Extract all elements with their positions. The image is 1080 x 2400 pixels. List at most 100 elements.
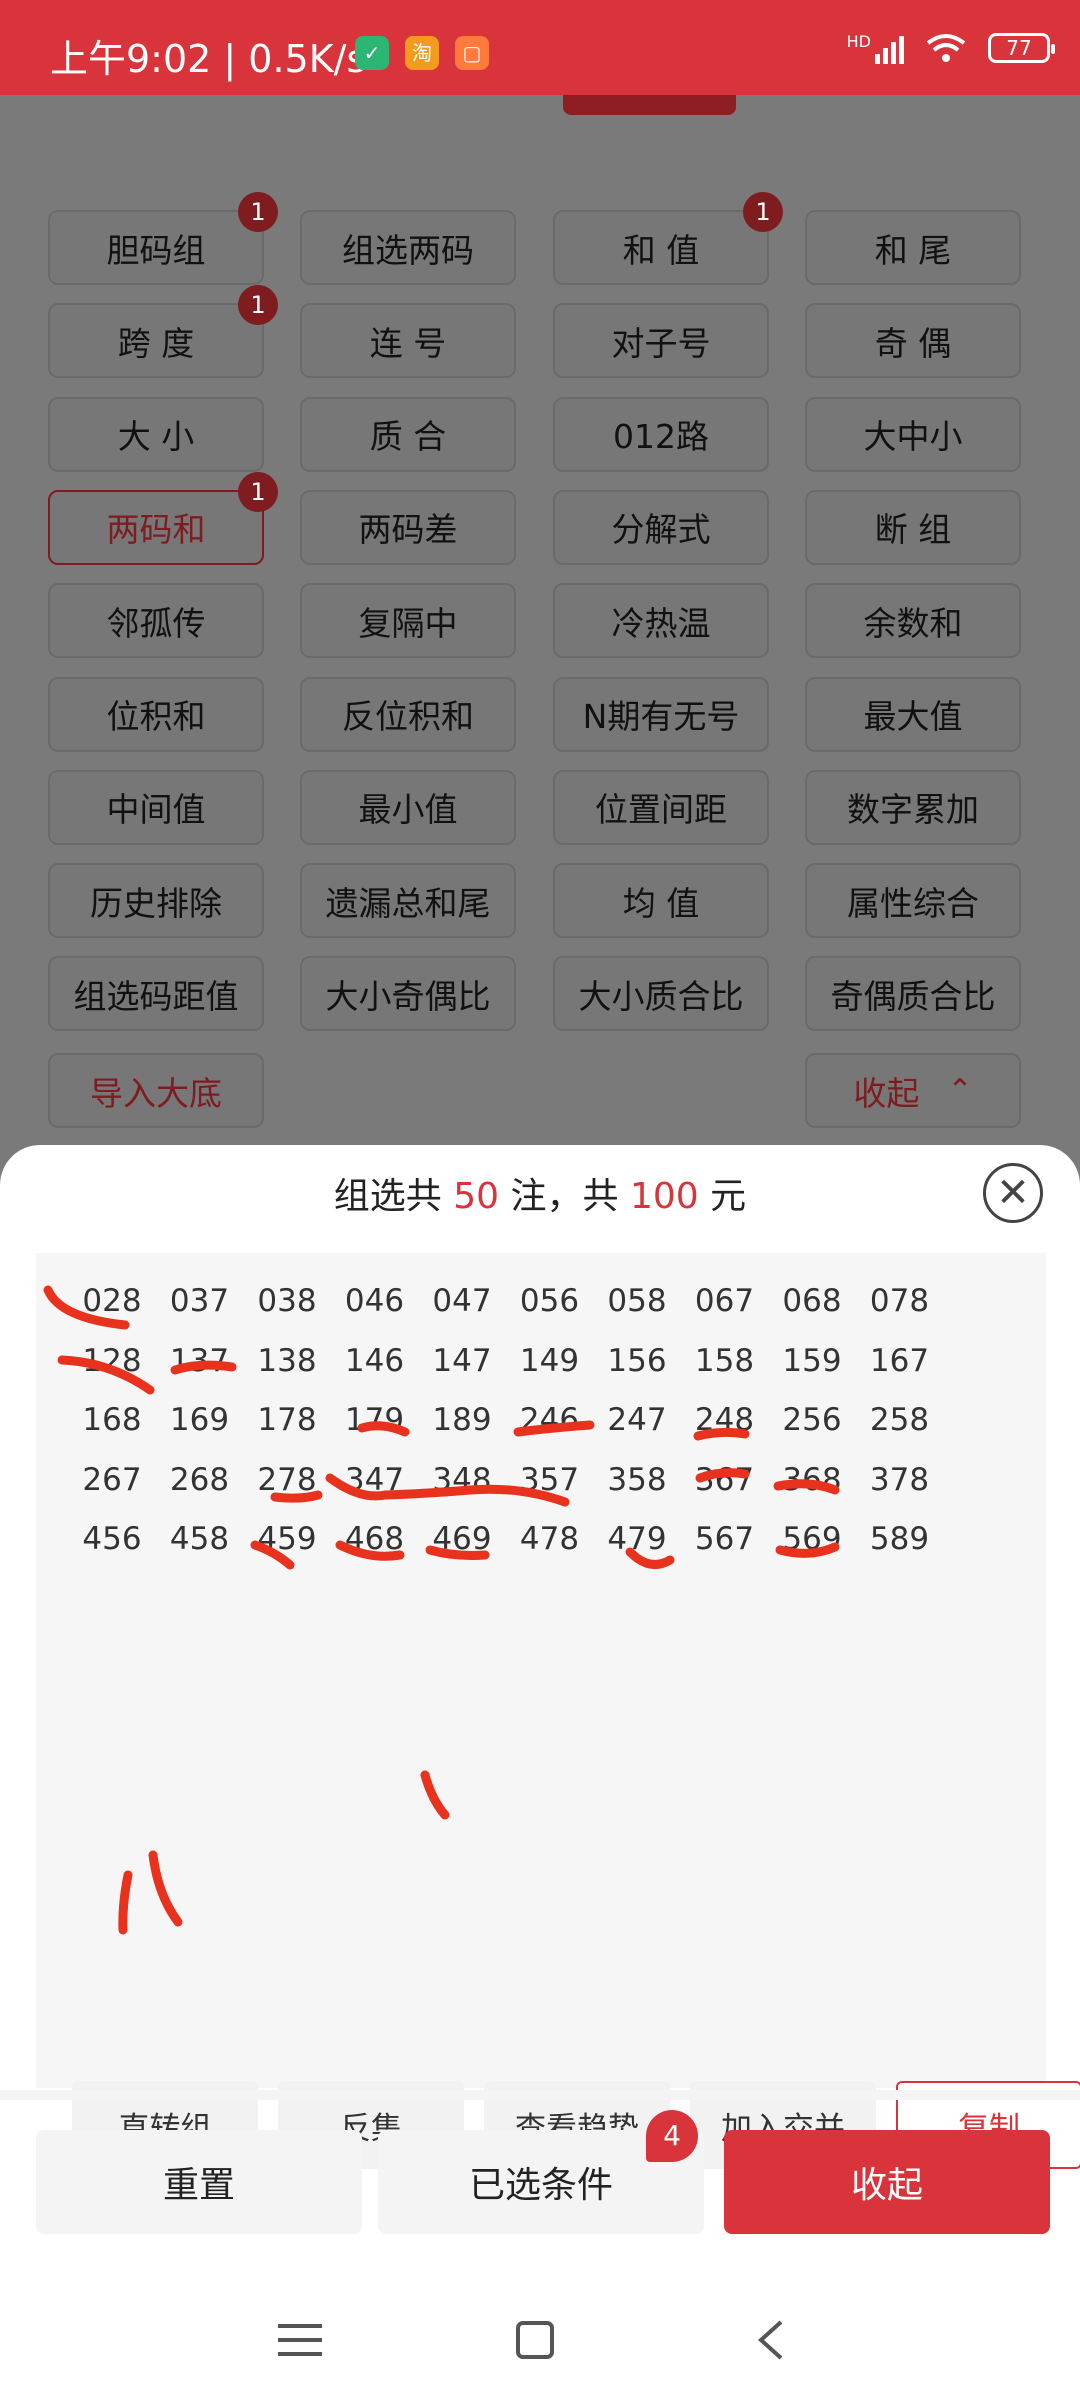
number-item: 138 [257,1342,317,1379]
number-item: 348 [432,1461,492,1498]
status-time: 上午9:02 | 0.5K/s [50,37,367,81]
condition-chip[interactable]: 最大值 [805,676,1021,752]
condition-label: 最大值 [863,697,963,736]
condition-chip[interactable]: 反位积和 [300,676,516,752]
number-item: 368 [782,1461,842,1498]
condition-chip[interactable]: 大小质合比 [553,956,769,1032]
number-item: 058 [607,1283,667,1319]
number-item: 569 [782,1521,842,1557]
import-button[interactable]: 导入大底 [48,1053,264,1128]
number-item: 047 [432,1283,492,1319]
close-icon[interactable]: ✕ [983,1163,1043,1223]
condition-label: 胆码组 [106,230,206,270]
number-item: 347 [344,1461,405,1498]
condition-chip[interactable]: 胆码组 [48,210,264,285]
number-item: 078 [869,1283,930,1319]
number-item: 469 [432,1521,492,1557]
reset-button[interactable]: 重置 [36,2130,362,2234]
number-item: 247 [607,1402,667,1438]
condition-chip[interactable]: 奇偶质合比 [805,956,1021,1032]
number-item: 479 [607,1521,667,1557]
condition-chip[interactable]: 历史排除 [48,863,264,939]
number-item: 028 [82,1283,142,1319]
number-item: 268 [169,1461,230,1498]
condition-label: 邻孤传 [106,603,206,643]
condition-chip[interactable]: 两码差 [300,489,516,565]
number-item: 179 [344,1402,405,1438]
condition-chip[interactable]: 连 号 [300,303,516,379]
number-item: 169 [169,1402,230,1438]
condition-chip[interactable]: 大 小 [48,396,264,472]
condition-chip[interactable]: 断 组 [805,489,1021,565]
condition-chip[interactable]: 分解式 [553,489,769,565]
number-item: 256 [782,1402,842,1438]
taobao-app-icon: 淘 [405,36,439,70]
condition-label: 奇 偶 [874,323,952,363]
condition-chip[interactable]: 余数和 [805,583,1021,659]
summary-text: 组选共 50 注，共 100 元 [333,1176,747,1217]
condition-label: 分解式 [611,510,711,550]
number-item: 167 [869,1342,930,1379]
condition-label: 连 号 [369,323,447,363]
condition-label: 余数和 [863,603,963,643]
condition-label: 组选码距值 [73,976,239,1016]
signal-icon [875,32,904,64]
condition-chip[interactable]: 两码和 [48,489,264,565]
condition-chip[interactable]: 大中小 [805,396,1021,472]
number-item: 146 [344,1342,405,1379]
condition-chip[interactable]: 跨 度 [48,303,264,379]
condition-chip[interactable]: 012路 [553,396,769,472]
hd-label: HD [846,31,871,51]
number-item: 456 [82,1521,142,1557]
condition-chip[interactable]: 组选两码 [300,210,516,285]
panel-handle[interactable] [563,95,736,115]
condition-chip[interactable]: 数字累加 [805,769,1021,845]
back-icon[interactable] [740,2310,800,2370]
condition-label: 对子号 [611,323,711,363]
number-item: 178 [257,1402,317,1438]
collapse-button[interactable]: 收起 [724,2130,1050,2234]
condition-chip[interactable]: 位积和 [48,676,264,752]
home-icon[interactable] [505,2310,565,2370]
condition-label: 两码差 [358,510,458,550]
condition-label: 和 值 [622,230,700,270]
condition-label: 反位积和 [342,697,474,736]
condition-label: 大 小 [117,417,195,457]
number-item: 589 [869,1521,930,1557]
condition-chip[interactable]: 对子号 [553,303,769,379]
condition-label: 组选两码 [342,230,474,270]
condition-chip[interactable]: 复隔中 [300,583,516,659]
condition-chip[interactable]: 均 值 [553,863,769,939]
condition-chip[interactable]: 质 合 [300,396,516,472]
number-item: 378 [869,1461,930,1498]
condition-label: 复隔中 [358,603,458,643]
number-item: 128 [82,1342,142,1379]
number-item: 567 [694,1521,755,1557]
menu-icon[interactable] [270,2310,330,2370]
condition-chip[interactable]: 和 尾 [805,210,1021,285]
condition-chip[interactable]: 奇 偶 [805,303,1021,379]
condition-chip[interactable]: 最小值 [300,769,516,845]
condition-chip[interactable]: 遗漏总和尾 [300,863,516,939]
condition-chip[interactable]: 和 值 [553,210,769,285]
collapse-grid-button[interactable]: 收起 ⌃ [805,1053,1021,1128]
condition-label: 质 合 [369,417,447,457]
condition-chip[interactable]: 组选码距值 [48,956,264,1032]
divider [0,2090,1080,2100]
condition-label: 大中小 [863,417,963,457]
number-item: 246 [519,1402,580,1438]
number-item: 248 [694,1402,755,1438]
shop-app-icon: ▢ [455,36,489,70]
condition-badge: 1 [238,471,278,512]
condition-label: 两码和 [106,510,206,550]
bottom-sheet: 组选共 50 注，共 100 元 ✕ 028 037 038 046 047 056 058… [0,1145,1080,2400]
condition-chip[interactable]: 中间值 [48,769,264,845]
condition-chip[interactable]: 邻孤传 [48,583,264,659]
condition-chip[interactable]: 位置间距 [553,769,769,845]
condition-chip[interactable]: N期有无号 [553,676,769,752]
condition-chip[interactable]: 大小奇偶比 [300,956,516,1032]
condition-chip[interactable]: 属性综合 [805,863,1021,939]
condition-label: 奇偶质合比 [830,976,996,1016]
condition-label: 位置间距 [595,790,727,830]
condition-chip[interactable]: 冷热温 [553,583,769,659]
